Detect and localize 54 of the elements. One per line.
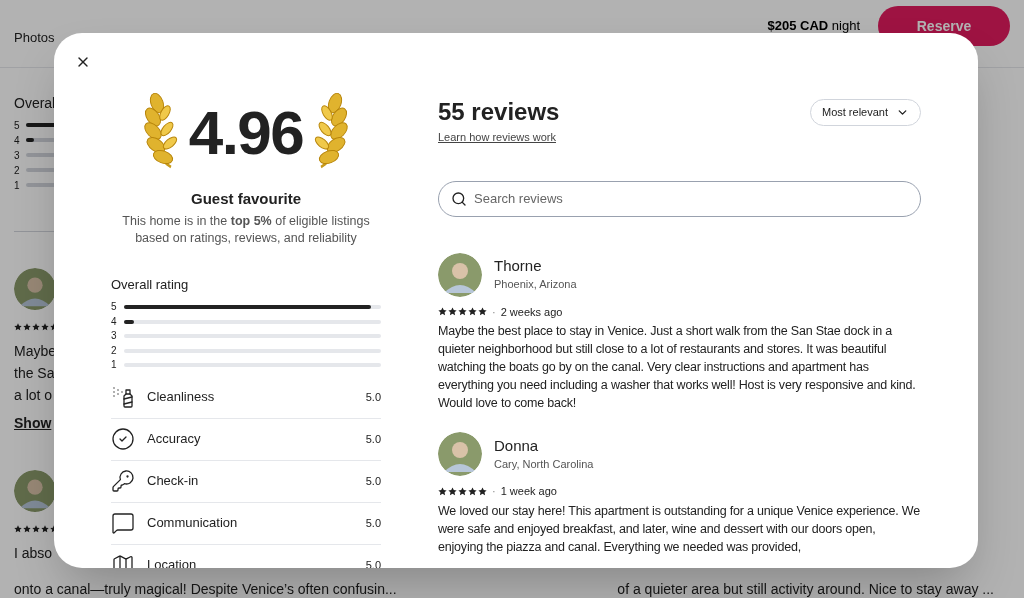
- search-field[interactable]: Search reviews: [438, 180, 921, 217]
- rating-label: 2: [14, 163, 21, 178]
- review-text: We loved our stay here! This apartment is outstanding for a unique Venice experience. We were safe and enjoyed breakfast, and later, wine and dessert with our doors open, enjoying the piazza and canal. Everything we needed was provided,: [438, 502, 921, 556]
- review-text: I abso: [14, 544, 53, 563]
- badge-description: This home is in the top 5% of eligible listings based on ratings, reviews, and reliability: [121, 212, 371, 247]
- review-text: of a quieter area but still activity around. Nice to stay away ...: [617, 580, 994, 598]
- rating-label: 5: [14, 118, 21, 133]
- chat-bubble-icon: [111, 511, 135, 535]
- reviewer-location: Phoenix, Arizona: [494, 277, 577, 293]
- review-text: Maybe the best place to stay in Venice. Just a short walk from the San Stae dock in a quieter neighborhood but still close to a lot of restaurants and stores. It was beautiful watching the boats go by on the canal. Very clear instructions and apartment has everything you need including a washer that works well! Host is very responsive and kind. Would love to come back!: [438, 323, 917, 412]
- rating-label: 5: [111, 302, 118, 313]
- category-label: Accuracy: [147, 430, 202, 449]
- price: $205 CAD night: [767, 17, 860, 36]
- rating-label: 1: [14, 178, 21, 193]
- avatar: [438, 252, 482, 297]
- nav-tab[interactable]: Photos: [14, 26, 55, 48]
- rating-label: 4: [111, 316, 118, 327]
- badge-title: Guest favourite: [190, 189, 302, 209]
- reviewer-name: Donna: [494, 435, 540, 456]
- reviewer-location: Cary, North Carolina: [494, 456, 594, 472]
- learn-link[interactable]: Learn how reviews work: [438, 129, 560, 146]
- rating-label: 2: [111, 345, 118, 356]
- category-label: Check-in: [147, 472, 200, 491]
- review-text: a lot o: [14, 386, 53, 405]
- rating-label: 3: [14, 148, 21, 163]
- review-text: the Sa: [14, 364, 55, 383]
- category-label: Cleanliness: [147, 388, 216, 407]
- category-score: 5.0: [365, 473, 381, 489]
- separator-dot: ·: [492, 304, 496, 320]
- section-heading: Overal: [14, 94, 56, 113]
- key-icon: [111, 469, 135, 493]
- avatar: [14, 268, 56, 310]
- separator-dot: ·: [492, 484, 496, 499]
- rating-score: 4.96: [188, 102, 304, 164]
- category-score: 5.0: [365, 557, 381, 568]
- reviews-title: 55 reviews: [438, 97, 560, 127]
- review-date: 1 week ago: [500, 484, 557, 499]
- avatar: [14, 470, 56, 512]
- review-date: 2 weeks ago: [500, 304, 563, 320]
- search-icon: [451, 190, 467, 207]
- reviewer-name: Thorne: [494, 256, 543, 277]
- category-score: 5.0: [365, 515, 381, 531]
- check-circle-icon: [111, 427, 135, 451]
- show-more-link[interactable]: Show: [14, 412, 52, 434]
- category-label: Communication: [147, 514, 239, 533]
- avatar: [438, 432, 482, 476]
- rating-label: 4: [14, 133, 21, 148]
- review-text: Maybe: [14, 342, 57, 361]
- review-text: onto a canal—truly magical! Despite Venice’s often confusin...: [14, 580, 397, 598]
- category-score: 5.0: [365, 431, 381, 447]
- rating-label: 1: [111, 360, 118, 371]
- rating-label: 3: [111, 331, 118, 342]
- category-score: 5.0: [365, 389, 381, 405]
- section-heading: Overall rating: [111, 275, 190, 294]
